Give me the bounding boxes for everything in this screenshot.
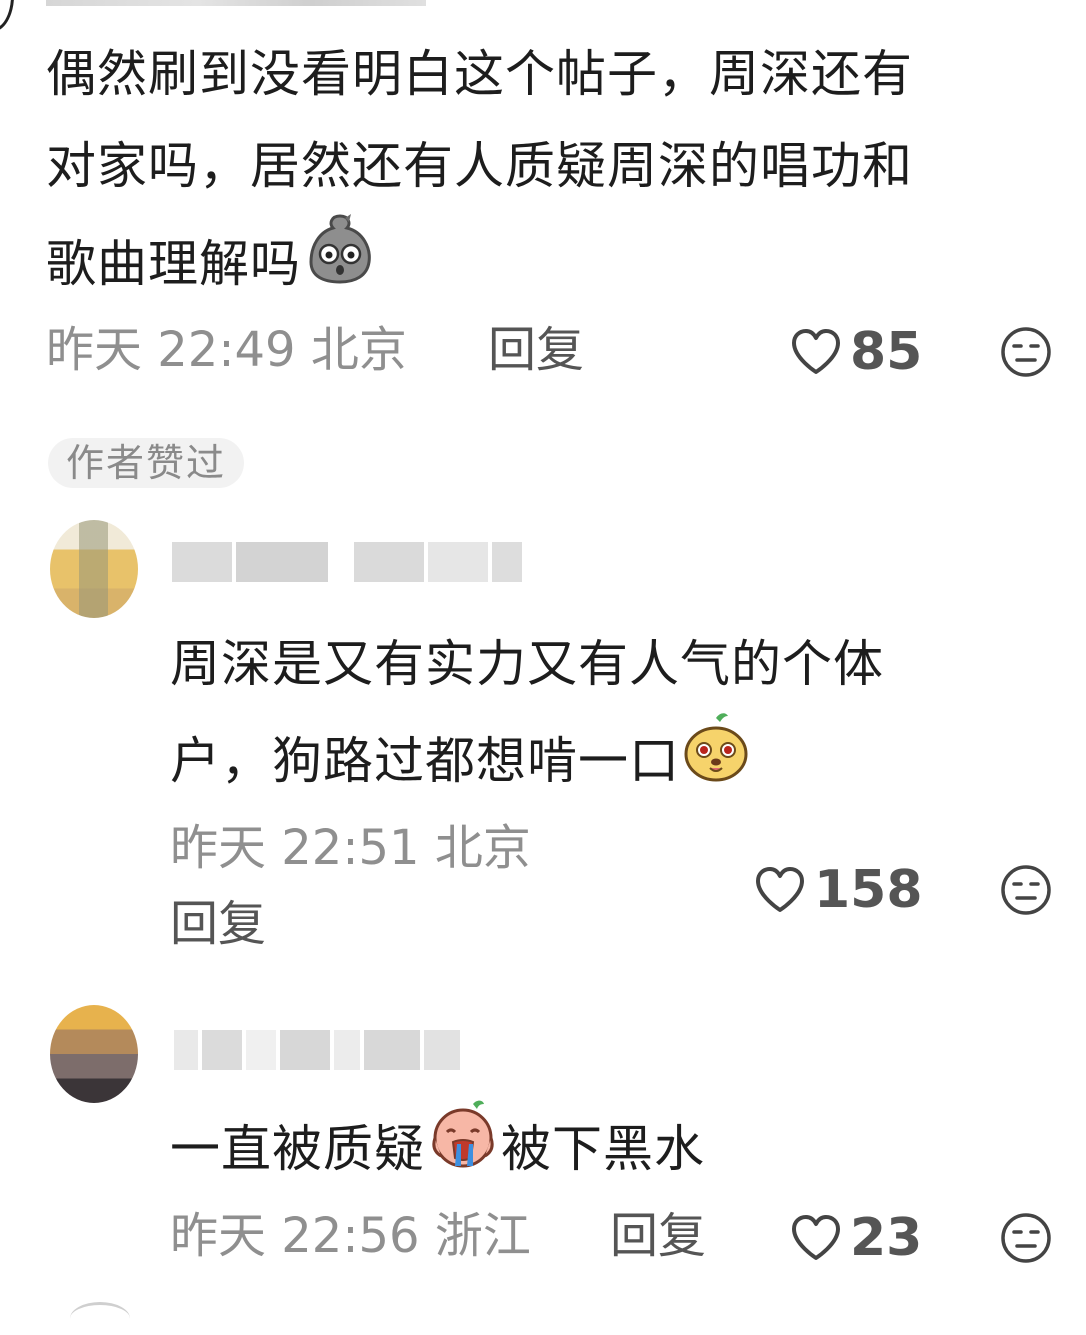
comment-1-time: 昨天 22:49 — [46, 322, 296, 378]
comment-1-line-2: 对家吗，居然还有人质疑周深的唱功和 — [46, 137, 913, 195]
username-blurred[interactable] — [174, 1028, 464, 1072]
comment-1-like-count: 85 — [850, 322, 923, 382]
comment-3-text-before: 一直被质疑 — [170, 1119, 425, 1178]
drooling-dog-emoji — [682, 710, 750, 811]
comment-2-location: 北京 — [434, 820, 531, 876]
comment-2-line-2: 户，狗路过都想啃一口 — [170, 710, 1030, 811]
comment-1-line-1: 偶然刷到没看明白这个帖子，周深还有 — [46, 45, 913, 103]
comment-3-timestamp: 昨天 22:56 浙江 — [170, 1206, 531, 1266]
comment-2-line-2-text: 户，狗路过都想啃一口 — [170, 731, 680, 790]
comment-2-time: 昨天 22:51 — [170, 820, 420, 876]
comment-3-like-button[interactable]: 23 — [790, 1208, 922, 1268]
avatar[interactable] — [50, 1005, 138, 1103]
crying-face-emoji — [427, 1098, 499, 1199]
username-blurred[interactable] — [172, 540, 526, 584]
comment-1-reply-button[interactable]: 回复 — [488, 320, 584, 380]
comment-1-timestamp: 昨天 22:49 北京 — [46, 320, 407, 380]
comment-1-line-3: 歌曲理解吗 — [46, 212, 1046, 315]
comment-1-text: 偶然刷到没看明白这个帖子，周深还有 对家吗，居然还有人质疑周深的唱功和 歌曲理解… — [46, 28, 1046, 315]
comment-2-reply-button[interactable]: 回复 — [170, 894, 266, 954]
comment-2-text: 周深是又有实力又有人气的个体 户，狗路过都想啃一口 — [170, 618, 1030, 811]
scared-rock-emoji — [305, 212, 375, 315]
comment-2-like-count: 158 — [814, 860, 923, 920]
comment-3-text-after: 被下黑水 — [501, 1119, 705, 1178]
comment-2-timestamp: 昨天 22:51 北京 — [170, 818, 531, 878]
expressionless-face-icon[interactable] — [1000, 1212, 1052, 1264]
comment-2-like-button[interactable]: 158 — [754, 860, 923, 920]
comment-3-reply-button[interactable]: 回复 — [610, 1206, 706, 1266]
comment-1-location: 北京 — [310, 322, 407, 378]
comment-3-location: 浙江 — [434, 1208, 531, 1264]
comment-1-like-button[interactable]: 85 — [790, 322, 922, 382]
username-blurred[interactable] — [46, 0, 426, 6]
avatar-cutoff[interactable] — [70, 1302, 130, 1335]
expressionless-face-icon[interactable] — [1000, 864, 1052, 916]
heart-outline-icon — [790, 328, 842, 376]
expressionless-face-icon[interactable] — [1000, 326, 1052, 378]
heart-outline-icon — [790, 1214, 842, 1262]
comment-1-line-3-text: 歌曲理解吗 — [46, 234, 301, 293]
comment-3-time: 昨天 22:56 — [170, 1208, 420, 1264]
comment-3-like-count: 23 — [850, 1208, 923, 1268]
author-liked-badge: 作者赞过 — [48, 438, 245, 488]
heart-outline-icon — [754, 866, 806, 914]
comment-3-text: 一直被质疑 被下黑水 — [170, 1098, 1030, 1199]
avatar-cutoff[interactable] — [0, 0, 14, 32]
comment-2-line-1: 周深是又有实力又有人气的个体 — [170, 635, 884, 693]
avatar[interactable] — [50, 520, 138, 618]
